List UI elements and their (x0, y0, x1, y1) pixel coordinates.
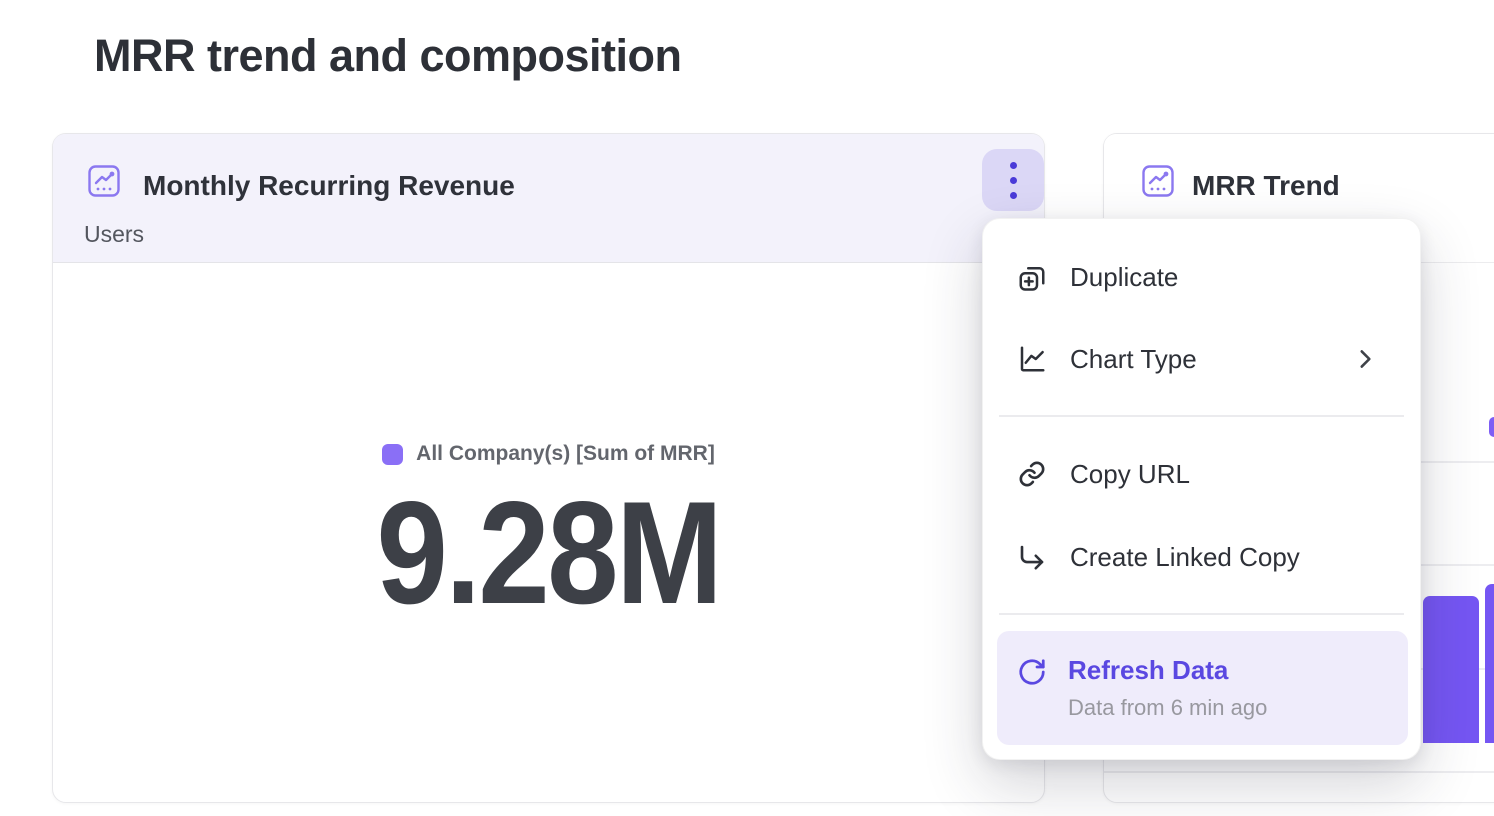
legend-label: All Company(s) [Sum of MRR] (416, 442, 715, 466)
chart-card-icon (1141, 164, 1175, 198)
menu-item-chart-type[interactable]: Chart Type (997, 318, 1408, 400)
chart-card-icon (87, 164, 121, 198)
kpi-legend[interactable]: All Company(s) [Sum of MRR] (382, 442, 715, 466)
link-icon (1017, 459, 1047, 489)
refresh-status-text: Data from 6 min ago (1068, 695, 1267, 721)
mrr-card-header: Monthly Recurring Revenue Users (53, 134, 1044, 263)
menu-item-label: Chart Type (1070, 344, 1197, 375)
menu-divider (999, 613, 1404, 615)
kebab-dot (1010, 162, 1017, 169)
kebab-dot (1010, 177, 1017, 184)
chart-type-icon (1017, 344, 1047, 374)
menu-item-label: Duplicate (1070, 262, 1178, 293)
menu-item-refresh-data[interactable]: Refresh Data Data from 6 min ago (997, 631, 1408, 745)
menu-item-label: Create Linked Copy (1070, 542, 1300, 573)
trend-card-title: MRR Trend (1192, 170, 1340, 202)
trend-bar[interactable] (1423, 596, 1479, 743)
page-title: MRR trend and composition (94, 30, 682, 82)
card-context-menu: Duplicate Chart Type (982, 218, 1421, 760)
corner-down-right-icon (1017, 542, 1047, 572)
chevron-right-icon (1352, 346, 1378, 372)
mrr-card-subtitle: Users (84, 221, 144, 248)
mrr-kpi-card: Monthly Recurring Revenue Users All Comp… (52, 133, 1045, 803)
card-menu-button[interactable] (982, 149, 1044, 211)
gridline (1104, 771, 1494, 773)
mrr-card-title: Monthly Recurring Revenue (143, 170, 515, 202)
trend-legend-swatch[interactable] (1489, 417, 1494, 437)
menu-item-create-linked-copy[interactable]: Create Linked Copy (997, 516, 1408, 598)
menu-divider (999, 415, 1404, 417)
menu-item-label: Copy URL (1070, 459, 1190, 490)
refresh-icon (1017, 657, 1047, 687)
dashboard-page: MRR trend and composition Monthly Recurr… (0, 0, 1494, 816)
menu-item-label: Refresh Data (1068, 655, 1228, 686)
menu-item-copy-url[interactable]: Copy URL (997, 433, 1408, 515)
kebab-dot (1010, 192, 1017, 199)
duplicate-icon (1017, 262, 1047, 292)
legend-swatch (382, 444, 403, 465)
menu-item-duplicate[interactable]: Duplicate (997, 236, 1408, 318)
kpi-body: All Company(s) [Sum of MRR] 9.28M (53, 264, 1044, 626)
trend-bar[interactable] (1485, 584, 1494, 743)
kpi-value: 9.28M (377, 480, 721, 626)
